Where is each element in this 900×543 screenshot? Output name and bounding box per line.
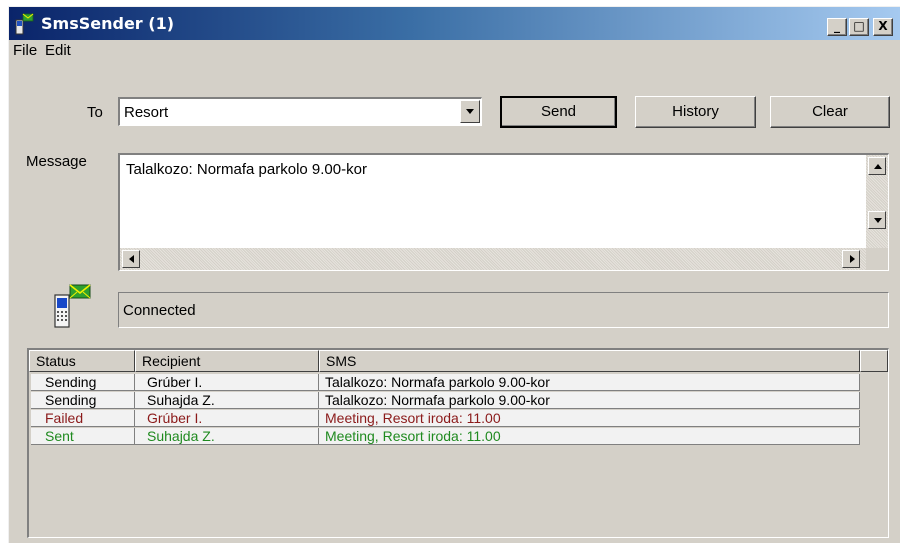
- table-row[interactable]: Sending Grúber I. Talalkozo: Normafa par…: [29, 374, 862, 392]
- recipient-cell: Grúber I.: [135, 410, 319, 427]
- message-textarea[interactable]: Talalkozo: Normafa parkolo 9.00-kor: [118, 153, 889, 271]
- connection-status-field: Connected: [118, 292, 889, 328]
- menu-edit[interactable]: Edit: [45, 42, 71, 59]
- menu-file[interactable]: File: [13, 42, 37, 59]
- minimize-button[interactable]: _: [827, 18, 847, 36]
- menu-bar: File Edit: [9, 40, 900, 62]
- column-header-status[interactable]: Status: [29, 350, 135, 372]
- phone-envelope-icon: [54, 284, 91, 328]
- close-button[interactable]: X: [873, 18, 893, 36]
- title-bar[interactable]: SmsSender (1) _ □ X: [9, 7, 900, 40]
- sms-cell: Meeting, Resort iroda: 11.00: [319, 410, 860, 427]
- message-label: Message: [26, 153, 87, 170]
- sms-cell: Talalkozo: Normafa parkolo 9.00-kor: [319, 374, 860, 391]
- arrow-left-icon: [129, 255, 134, 263]
- column-header-recipient[interactable]: Recipient: [135, 350, 319, 372]
- app-window: SmsSender (1) _ □ X File Edit To Resort …: [8, 6, 900, 543]
- history-button[interactable]: History: [635, 96, 756, 128]
- app-phone-icon: [15, 13, 34, 35]
- maximize-button[interactable]: □: [849, 18, 869, 36]
- combo-dropdown-button[interactable]: [460, 100, 480, 123]
- table-row[interactable]: Sent Suhajda Z. Meeting, Resort iroda: 1…: [29, 428, 862, 446]
- scroll-down-button[interactable]: [868, 211, 886, 229]
- send-button[interactable]: Send: [500, 96, 617, 128]
- window-title: SmsSender (1): [41, 14, 175, 33]
- table-row[interactable]: Sending Suhajda Z. Talalkozo: Normafa pa…: [29, 392, 862, 410]
- arrow-right-icon: [850, 255, 855, 263]
- scroll-left-button[interactable]: [122, 250, 140, 268]
- clear-button[interactable]: Clear: [770, 96, 890, 128]
- scroll-up-button[interactable]: [868, 157, 886, 175]
- scrollbar-corner: [866, 248, 888, 270]
- horizontal-scrollbar[interactable]: [120, 248, 866, 270]
- status-cell: Sending: [31, 374, 135, 391]
- scroll-right-button[interactable]: [842, 250, 860, 268]
- column-header-filler: [860, 350, 888, 372]
- sms-list-view[interactable]: Status Recipient SMS Sending Grúber I. T…: [27, 348, 889, 538]
- chevron-down-icon: [466, 109, 474, 114]
- arrow-up-icon: [874, 164, 882, 169]
- status-cell: Sent: [31, 428, 135, 445]
- table-row[interactable]: Failed Grúber I. Meeting, Resort iroda: …: [29, 410, 862, 428]
- sms-cell: Talalkozo: Normafa parkolo 9.00-kor: [319, 392, 860, 409]
- recipient-cell: Grúber I.: [135, 374, 319, 391]
- column-header-sms[interactable]: SMS: [319, 350, 860, 372]
- status-cell: Sending: [31, 392, 135, 409]
- recipient-value: Resort: [124, 104, 169, 121]
- recipient-cell: Suhajda Z.: [135, 392, 319, 409]
- status-cell: Failed: [31, 410, 135, 427]
- sms-cell: Meeting, Resort iroda: 11.00: [319, 428, 860, 445]
- arrow-down-icon: [874, 218, 882, 223]
- connection-status: Connected: [123, 302, 196, 319]
- message-text: Talalkozo: Normafa parkolo 9.00-kor: [126, 161, 367, 178]
- vertical-scrollbar[interactable]: [866, 155, 888, 250]
- recipient-cell: Suhajda Z.: [135, 428, 319, 445]
- recipient-combobox[interactable]: Resort: [118, 97, 482, 126]
- to-label: To: [87, 104, 103, 121]
